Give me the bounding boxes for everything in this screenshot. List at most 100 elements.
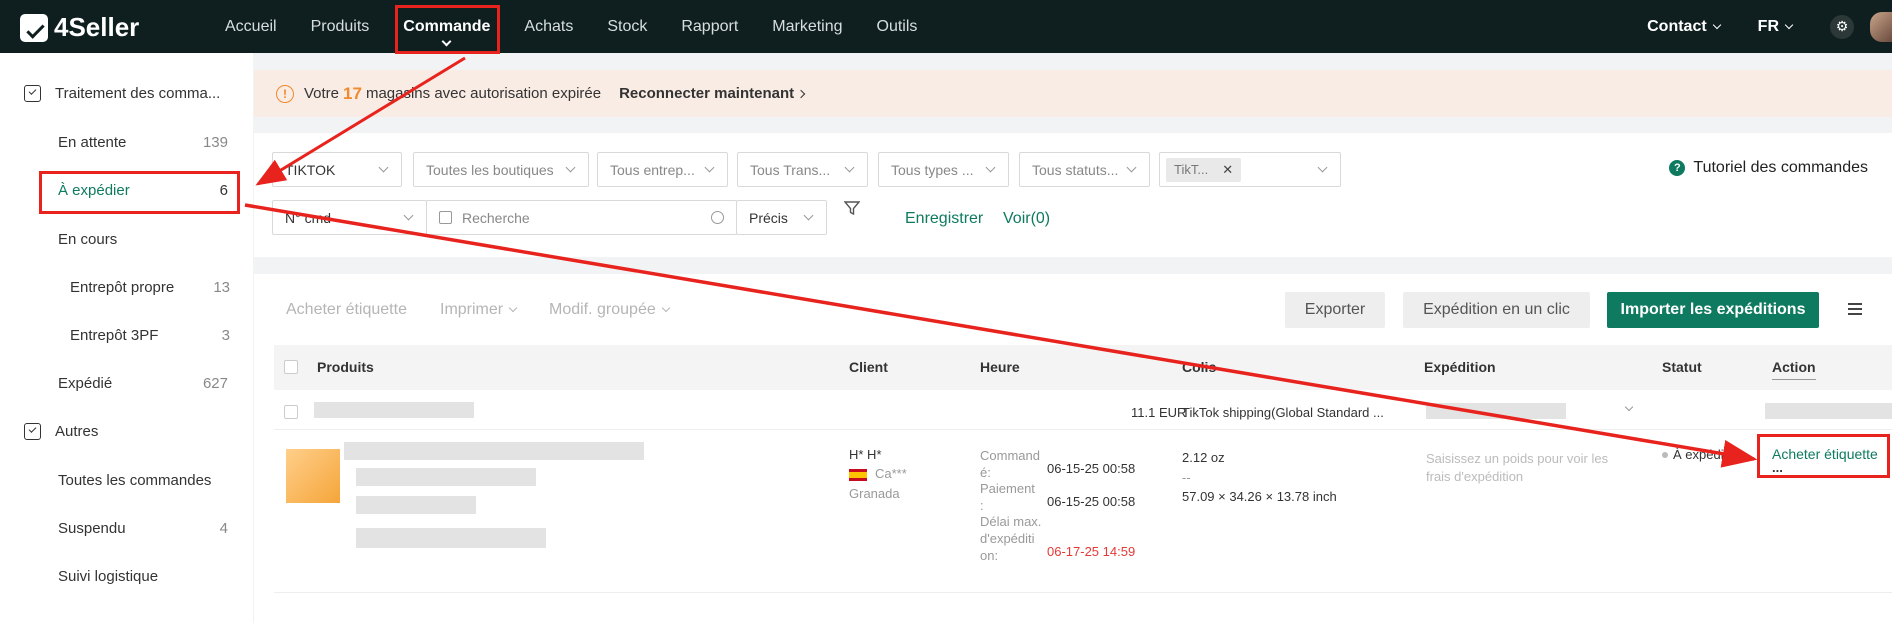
search-input[interactable]: Recherche bbox=[426, 200, 737, 235]
header-client: Client bbox=[849, 359, 888, 375]
sidebar-group-order-processing[interactable]: Traitement des comma... bbox=[24, 85, 220, 102]
chevron-right-icon bbox=[796, 89, 806, 98]
shops-select[interactable]: Toutes les boutiques bbox=[413, 152, 589, 187]
header-time: Heure bbox=[980, 359, 1020, 375]
sidebar-group-autres[interactable]: Autres bbox=[24, 423, 98, 440]
nav-achats[interactable]: Achats bbox=[507, 0, 590, 53]
filter-panel: TIKTOK Toutes les boutiques Tous entrep.… bbox=[254, 133, 1892, 257]
filter-icon[interactable] bbox=[844, 201, 860, 215]
avatar[interactable] bbox=[1870, 11, 1892, 42]
statuses-select[interactable]: Tous statuts... bbox=[1019, 152, 1150, 187]
more-actions-icon[interactable]: ... bbox=[1772, 460, 1783, 475]
contact-menu[interactable]: Contact bbox=[1647, 17, 1721, 36]
select-all-checkbox[interactable] bbox=[284, 360, 298, 374]
order-number-select[interactable]: N° cmd bbox=[272, 200, 427, 235]
blurred-product-variant bbox=[356, 496, 476, 514]
save-filter-link[interactable]: Enregistrer bbox=[905, 210, 983, 228]
platform-value: TIKTOK bbox=[285, 161, 336, 178]
sidebar-item-label: Suivi logistique bbox=[58, 568, 159, 585]
sidebar-item-entrepot-3pf[interactable]: Entrepôt 3PF 3 bbox=[70, 327, 230, 344]
reconnect-label: Reconnecter maintenant bbox=[619, 85, 795, 102]
contact-label: Contact bbox=[1647, 17, 1707, 35]
sidebar-item-toutes-commandes[interactable]: Toutes les commandes bbox=[58, 472, 228, 489]
selected-tag: TikT... ✕ bbox=[1166, 157, 1242, 182]
sidebar-group-label: Autres bbox=[55, 423, 99, 440]
sidebar-item-entrepot-propre[interactable]: Entrepôt propre 13 bbox=[70, 279, 230, 296]
language-menu[interactable]: FR bbox=[1758, 18, 1794, 36]
deadline-label-line-1: Délai max. bbox=[980, 514, 1042, 529]
alert-prefix: Votre bbox=[304, 85, 340, 102]
chevron-down-icon bbox=[403, 210, 414, 221]
chevron-down-icon bbox=[565, 162, 576, 173]
nav-produits[interactable]: Produits bbox=[294, 0, 387, 53]
close-icon[interactable]: ✕ bbox=[1222, 162, 1233, 178]
warehouse-select[interactable]: Tous entrep... bbox=[597, 152, 728, 187]
one-click-shipping-button[interactable]: Expédition en un clic bbox=[1403, 292, 1590, 328]
transport-value: Tous Trans... bbox=[750, 161, 831, 178]
client-country-text: Ca*** bbox=[875, 466, 907, 481]
types-value: Tous types ... bbox=[891, 161, 974, 178]
logo-bag-icon bbox=[20, 13, 48, 42]
header-action: Action bbox=[1772, 359, 1816, 380]
sidebar-item-count: 13 bbox=[213, 279, 230, 296]
bulk-edit-menu[interactable]: Modif. groupée bbox=[549, 301, 670, 319]
import-shipments-button[interactable]: Importer les expéditions bbox=[1607, 292, 1819, 328]
buy-label-button[interactable]: Acheter étiquette bbox=[1772, 446, 1878, 462]
nav-commande[interactable]: Commande bbox=[386, 0, 507, 53]
nav-commande-label: Commande bbox=[403, 17, 491, 35]
nav-rapport[interactable]: Rapport bbox=[664, 0, 755, 53]
chevron-down-icon bbox=[1712, 20, 1721, 29]
column-settings-icon[interactable] bbox=[1848, 303, 1862, 315]
sidebar-item-count: 6 bbox=[219, 182, 228, 199]
product-thumbnail[interactable] bbox=[286, 449, 340, 503]
export-button[interactable]: Exporter bbox=[1285, 292, 1385, 328]
alert-count: 17 bbox=[343, 83, 362, 103]
precision-select[interactable]: Précis bbox=[736, 200, 827, 235]
chevron-down-icon bbox=[661, 303, 670, 313]
sidebar-group-label: Traitement des comma... bbox=[55, 85, 221, 102]
top-navbar: 4Seller Accueil Produits Commande Achats… bbox=[0, 0, 1892, 53]
tag-select[interactable]: TikT... ✕ bbox=[1159, 152, 1341, 187]
sidebar-item-a-expedier[interactable]: À expédier 6 bbox=[58, 182, 228, 199]
bulk-edit-label: Modif. groupée bbox=[549, 301, 656, 318]
sidebar-item-label: Entrepôt propre bbox=[70, 279, 175, 296]
print-menu[interactable]: Imprimer bbox=[440, 301, 518, 319]
buy-label-bulk-button[interactable]: Acheter étiquette bbox=[286, 301, 407, 319]
clipboard-icon bbox=[24, 423, 41, 440]
search-icon[interactable] bbox=[711, 211, 724, 224]
sidebar-item-expedie[interactable]: Expédié 627 bbox=[58, 375, 228, 392]
search-placeholder: Recherche bbox=[462, 209, 530, 226]
app-logo[interactable]: 4Seller bbox=[20, 12, 139, 43]
parcel-weight: 2.12 oz bbox=[1182, 450, 1225, 465]
blurred-shop-name bbox=[314, 402, 474, 418]
header-parcel: Colis bbox=[1182, 359, 1217, 375]
order-amount: 11.1 EUR bbox=[1131, 405, 1187, 420]
paid-label-line-2: : bbox=[980, 498, 984, 513]
sidebar-item-suivi-logistique[interactable]: Suivi logistique bbox=[58, 568, 228, 585]
nav-stock[interactable]: Stock bbox=[590, 0, 664, 53]
types-select[interactable]: Tous types ... bbox=[878, 152, 1009, 187]
expired-authorization-alert: ! Votre 17 magasins avec autorisation ex… bbox=[254, 70, 1892, 117]
status-badge: À expédier bbox=[1662, 447, 1735, 462]
platform-select[interactable]: TIKTOK bbox=[272, 152, 402, 187]
view-saved-link[interactable]: Voir(0) bbox=[1003, 210, 1050, 228]
paid-at: 06-15-25 00:58 bbox=[1047, 494, 1136, 509]
sidebar-item-suspendu[interactable]: Suspendu 4 bbox=[58, 520, 228, 537]
blurred-shipping-select[interactable] bbox=[1426, 403, 1566, 419]
table-row: H* H* Ca*** Granada Command é: 06-15-25 0… bbox=[274, 430, 1892, 593]
paid-label-line-1: Paiement bbox=[980, 481, 1035, 496]
reconnect-link[interactable]: Reconnecter maintenant bbox=[619, 85, 806, 102]
order-number-value: N° cmd bbox=[285, 209, 332, 226]
gear-icon[interactable]: ⚙ bbox=[1830, 14, 1854, 39]
sidebar-item-en-attente[interactable]: En attente 139 bbox=[58, 134, 228, 151]
parcel-dash: -- bbox=[1182, 470, 1191, 485]
transport-select[interactable]: Tous Trans... bbox=[737, 152, 868, 187]
warning-icon: ! bbox=[276, 84, 294, 103]
sidebar-item-en-cours[interactable]: En cours bbox=[58, 231, 228, 248]
nav-accueil[interactable]: Accueil bbox=[208, 0, 294, 53]
order-tutorial-link[interactable]: ? Tutoriel des commandes bbox=[1669, 159, 1868, 177]
row-checkbox[interactable] bbox=[284, 405, 298, 419]
nav-marketing[interactable]: Marketing bbox=[755, 0, 859, 53]
nav-outils[interactable]: Outils bbox=[860, 0, 935, 53]
table-header: Produits Client Heure Colis Expédition S… bbox=[274, 345, 1892, 390]
